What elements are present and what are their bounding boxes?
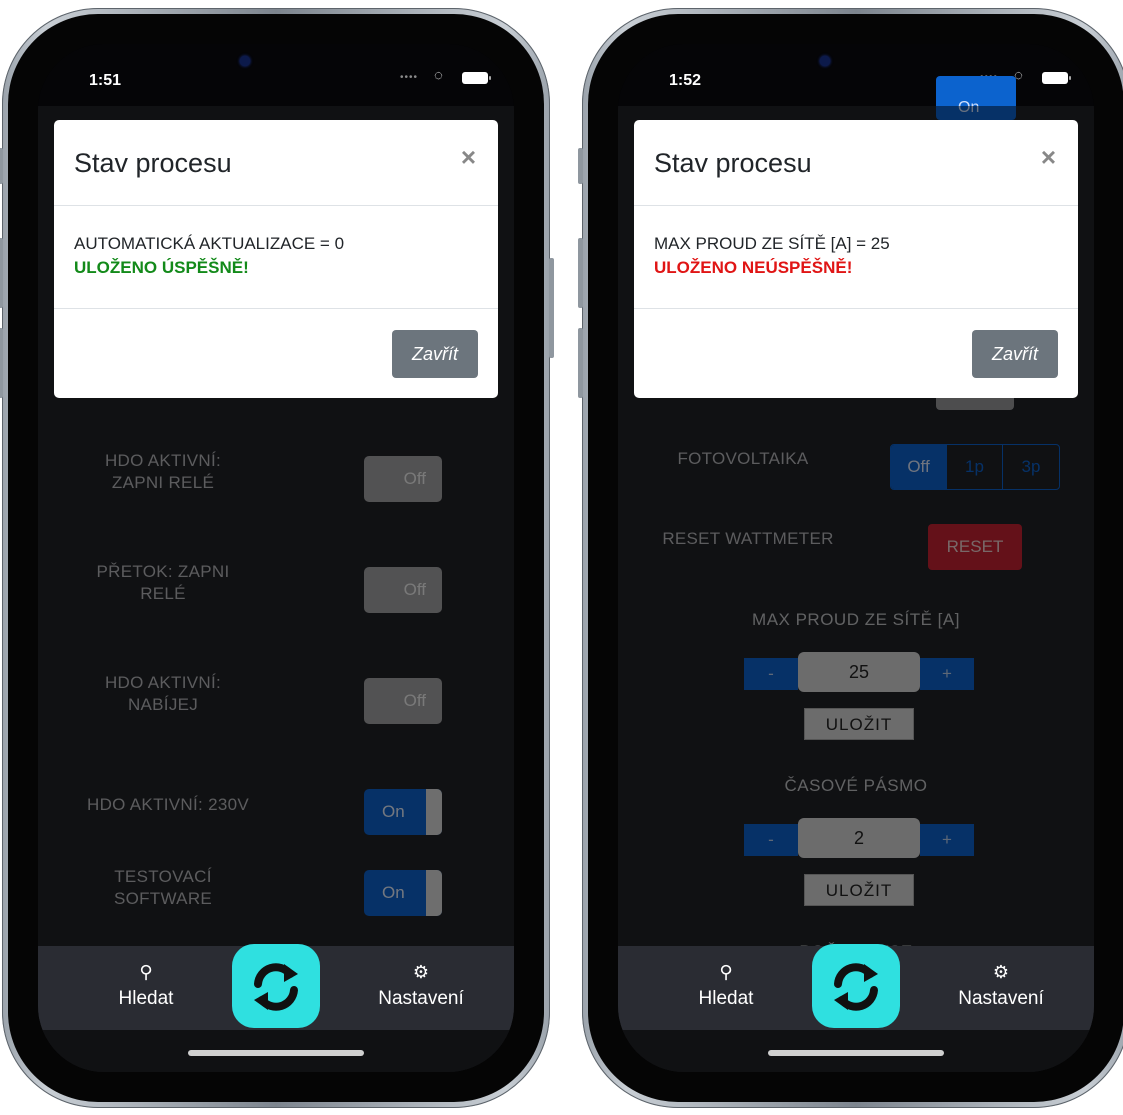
tab-search-label: Hledat <box>698 988 754 1009</box>
battery-icon <box>1042 72 1071 84</box>
mute-switch <box>578 148 583 184</box>
modal-message: MAX PROUD ZE SÍTĚ [A] = 25 <box>654 234 890 253</box>
status-modal: Stav procesu × MAX PROUD ZE SÍTĚ [A] = 2… <box>634 120 1078 398</box>
tab-settings[interactable]: ⚙ Nastavení <box>936 960 1066 1010</box>
power-button <box>549 258 554 358</box>
modal-header: Stav procesu × <box>54 120 498 206</box>
status-time: 1:51 <box>89 72 122 89</box>
refresh-button[interactable] <box>812 944 900 1028</box>
refresh-icon <box>834 963 878 1011</box>
modal-header: Stav procesu × <box>634 120 1078 206</box>
mute-switch <box>0 148 3 184</box>
close-button[interactable]: Zavřít <box>392 330 478 378</box>
phone-frame-left: 1:51 •••• ◌ HDO AKTIVNÍ: ZAPNI RELÉ Off … <box>0 8 554 1108</box>
search-icon: ⚲ <box>719 962 733 982</box>
status-modal: Stav procesu × AUTOMATICKÁ AKTUALIZACE =… <box>54 120 498 398</box>
bezel: 1:52 •••• ◌ On FOTOVOLTAIKA Off 1p 3p RE… <box>588 14 1123 1102</box>
status-icons: •••• ◌ <box>400 66 500 88</box>
gear-icon: ⚙ <box>412 962 430 982</box>
refresh-button[interactable] <box>232 944 320 1028</box>
gear-icon: ⚙ <box>992 962 1010 982</box>
volume-down-button <box>578 328 583 398</box>
status-time: 1:52 <box>669 72 702 89</box>
home-indicator[interactable] <box>768 1050 944 1056</box>
phone-frame-right: 1:52 •••• ◌ On FOTOVOLTAIKA Off 1p 3p RE… <box>578 8 1123 1108</box>
volume-down-button <box>0 328 3 398</box>
tab-settings-label: Nastavení <box>378 988 464 1009</box>
tab-bar: ⚲ Hledat ⚙ Nastavení <box>618 944 1094 1030</box>
modal-title: Stav procesu <box>654 148 812 178</box>
tab-search-label: Hledat <box>118 988 174 1009</box>
tab-search[interactable]: ⚲ Hledat <box>676 960 776 1010</box>
camera-dot <box>820 56 830 66</box>
tab-settings[interactable]: ⚙ Nastavení <box>356 960 486 1010</box>
settings-page: HDO AKTIVNÍ: ZAPNI RELÉ Off PŘETOK: ZAPN… <box>38 106 514 1072</box>
settings-page: On FOTOVOLTAIKA Off 1p 3p RESET WATTMETE… <box>618 76 1094 1072</box>
home-indicator[interactable] <box>188 1050 364 1056</box>
volume-up-button <box>578 238 583 308</box>
signal-dots-icon: •••• <box>400 72 419 83</box>
modal-status-success: ULOŽENO ÚSPĚŠNĚ! <box>74 258 249 277</box>
modal-title: Stav procesu <box>74 148 232 178</box>
screen: 1:51 •••• ◌ HDO AKTIVNÍ: ZAPNI RELÉ Off … <box>38 44 514 1072</box>
tab-settings-label: Nastavení <box>958 988 1044 1009</box>
camera-dot <box>240 56 250 66</box>
wifi-icon: ◌ <box>434 67 443 84</box>
close-icon[interactable]: × <box>461 142 476 173</box>
close-button[interactable]: Zavřít <box>972 330 1058 378</box>
volume-up-button <box>0 238 3 308</box>
refresh-icon <box>254 963 298 1011</box>
modal-body: MAX PROUD ZE SÍTĚ [A] = 25 ULOŽENO NEÚSP… <box>634 206 1078 309</box>
modal-body: AUTOMATICKÁ AKTUALIZACE = 0 ULOŽENO ÚSPĚ… <box>54 206 498 309</box>
tab-bar: ⚲ Hledat ⚙ Nastavení <box>38 944 514 1030</box>
tab-search[interactable]: ⚲ Hledat <box>96 960 196 1010</box>
search-icon: ⚲ <box>139 962 153 982</box>
battery-icon <box>462 72 491 84</box>
close-icon[interactable]: × <box>1041 142 1056 173</box>
modal-status-failure: ULOŽENO NEÚSPĚŠNĚ! <box>654 258 853 277</box>
screen: 1:52 •••• ◌ On FOTOVOLTAIKA Off 1p 3p RE… <box>618 44 1094 1072</box>
bezel: 1:51 •••• ◌ HDO AKTIVNÍ: ZAPNI RELÉ Off … <box>8 14 544 1102</box>
modal-message: AUTOMATICKÁ AKTUALIZACE = 0 <box>74 234 345 253</box>
